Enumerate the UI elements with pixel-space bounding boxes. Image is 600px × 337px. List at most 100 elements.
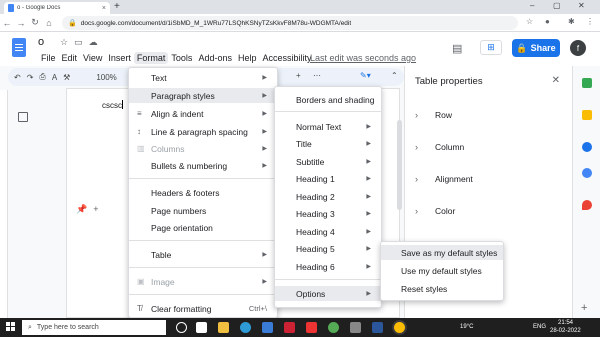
close-window-button[interactable]: ✕ [578,1,585,10]
sheets-icon[interactable] [582,78,592,88]
pin-icon[interactable]: 📌 [76,204,87,215]
menu-item-heading-2[interactable]: Heading 2 ▶ [275,189,381,204]
task-view-icon[interactable] [176,322,187,333]
menu-item-heading-3[interactable]: Heading 3 ▶ [275,206,381,221]
share-button[interactable]: 🔒 Share [512,39,560,57]
taskbar-search-input[interactable]: ⌕ Type here to search [22,320,166,335]
editing-mode-icon[interactable]: ✎▾ [360,71,371,80]
menu-item-page-numbers[interactable]: Page numbers [129,203,277,218]
paint-format-icon[interactable]: ⚒ [63,73,70,82]
menu-format[interactable]: Format [133,52,169,64]
menu-item-heading-5[interactable]: Heading 5 ▶ [275,241,381,256]
menu-addons[interactable]: Add-ons [195,52,235,64]
menu-item-headers-footers[interactable]: Headers & footers [129,185,277,200]
close-icon[interactable]: ✕ [552,75,560,86]
new-tab-button[interactable]: + [114,1,120,12]
menu-item-page-orientation[interactable]: Page orientation [129,220,277,235]
menu-item-columns[interactable]: ▥ Columns ▶ [129,141,277,156]
section-color[interactable]: › Color [415,206,455,216]
language[interactable]: ENG [533,324,546,330]
browser-tab[interactable]: o - Google Docs × [4,2,110,14]
store-icon[interactable] [262,322,273,333]
menu-insert[interactable]: Insert [105,52,134,64]
document-outline-icon[interactable] [18,112,28,122]
menu-item-line-spacing[interactable]: ↕ Line & paragraph spacing ▶ [129,124,277,139]
windows-start-icon[interactable] [6,322,16,332]
zoom-select[interactable]: 100% [96,73,116,82]
menu-item-table[interactable]: Table ▶ [129,247,277,262]
get-addons-icon[interactable]: + [581,302,587,314]
app-icon[interactable] [350,322,361,333]
clock-date[interactable]: 28-02-2022 [550,328,581,334]
opera-icon[interactable] [306,322,317,333]
meet-button[interactable]: ⊞ [480,40,502,55]
collapse-toolbar-icon[interactable]: ⌃ [391,71,398,80]
section-row[interactable]: › Row [415,110,452,120]
last-edit-link[interactable]: Last edit was seconds ago [310,53,416,63]
menu-item-paragraph-styles[interactable]: Paragraph styles ▶ [129,88,277,103]
back-icon[interactable]: ← [0,18,14,28]
profile-icon[interactable]: ● [545,17,550,26]
tab-close-icon[interactable]: × [102,5,106,12]
folder-icon[interactable] [218,322,229,333]
mail-icon[interactable] [284,322,295,333]
maps-icon[interactable] [582,200,592,210]
home-icon[interactable]: ⌂ [42,18,56,28]
bookmark-star-icon[interactable]: ☆ [526,17,533,26]
browser-menu-icon[interactable]: ⋮ [586,17,594,26]
comment-history-icon[interactable]: ▤ [452,42,462,55]
menu-item-title[interactable]: Title ▶ [275,136,381,151]
clock-time[interactable]: 21:54 [558,320,573,326]
menu-file[interactable]: File [38,52,59,64]
redo-icon[interactable]: ↷ [27,73,34,82]
menu-item-image[interactable]: ▣ Image ▶ [129,274,277,289]
document-text[interactable]: cscsc [102,100,123,110]
spellcheck-icon[interactable]: A [52,73,57,82]
menu-view[interactable]: View [80,52,105,64]
edge-icon[interactable] [240,322,251,333]
star-icon[interactable]: ☆ [60,37,68,48]
keep-icon[interactable] [582,110,592,120]
menu-item-heading-4[interactable]: Heading 4 ▶ [275,224,381,239]
undo-icon[interactable]: ↶ [14,73,21,82]
menu-help[interactable]: Help [235,52,260,64]
menu-item-text[interactable]: Text ▶ [129,70,277,85]
menu-item-bullets[interactable]: Bullets & numbering ▶ [129,158,277,173]
reload-icon[interactable]: ↻ [28,17,42,28]
move-folder-icon[interactable]: ▭ [74,37,83,48]
menu-item-heading-1[interactable]: Heading 1 ▶ [275,171,381,186]
menu-item-normal-text[interactable]: Normal Text ▶ [275,119,381,134]
contacts-icon[interactable] [582,168,592,178]
minimize-button[interactable]: – [530,1,534,10]
menu-tools[interactable]: Tools [168,52,195,64]
docs-logo-icon[interactable] [12,38,26,57]
print-icon[interactable]: ⎙ [39,72,45,82]
explorer-icon[interactable] [196,322,207,333]
insert-row-icon[interactable]: + [93,204,98,215]
menu-accessibility[interactable]: Accessibility [259,52,314,64]
menu-item-options[interactable]: Options ▶ [275,286,381,301]
section-alignment[interactable]: › Alignment [415,174,473,184]
tasks-icon[interactable] [582,142,592,152]
section-column[interactable]: › Column [415,142,464,152]
menu-item-heading-6[interactable]: Heading 6 ▶ [275,259,381,274]
menu-item-reset-styles[interactable]: Reset styles [381,281,503,296]
menu-item-borders-shading[interactable]: Borders and shading [275,92,381,107]
avatar[interactable]: f [570,40,586,56]
menu-item-use-default-styles[interactable]: Use my default styles [381,263,503,278]
extensions-icon[interactable]: ✱ [568,17,575,26]
menu-edit[interactable]: Edit [59,52,81,64]
menu-item-subtitle[interactable]: Subtitle ▶ [275,154,381,169]
word-icon[interactable] [372,322,383,333]
url-bar[interactable]: 🔒 docs.google.com/document/d/1iSbMD_M_1W… [62,16,518,30]
chrome-icon[interactable] [394,322,405,333]
add-button[interactable]: + [296,71,301,80]
weather[interactable]: 19°C [460,324,473,330]
forward-icon[interactable]: → [14,18,28,28]
menu-item-align-indent[interactable]: ≡ Align & indent ▶ [129,106,277,121]
scrollbar[interactable] [397,120,402,210]
app-icon[interactable] [328,322,339,333]
menu-item-clear-formatting[interactable]: T̸ Clear formatting Ctrl+\ [129,301,277,316]
cloud-status-icon[interactable]: ☁ [89,37,98,48]
maximize-button[interactable]: ▢ [553,1,561,10]
